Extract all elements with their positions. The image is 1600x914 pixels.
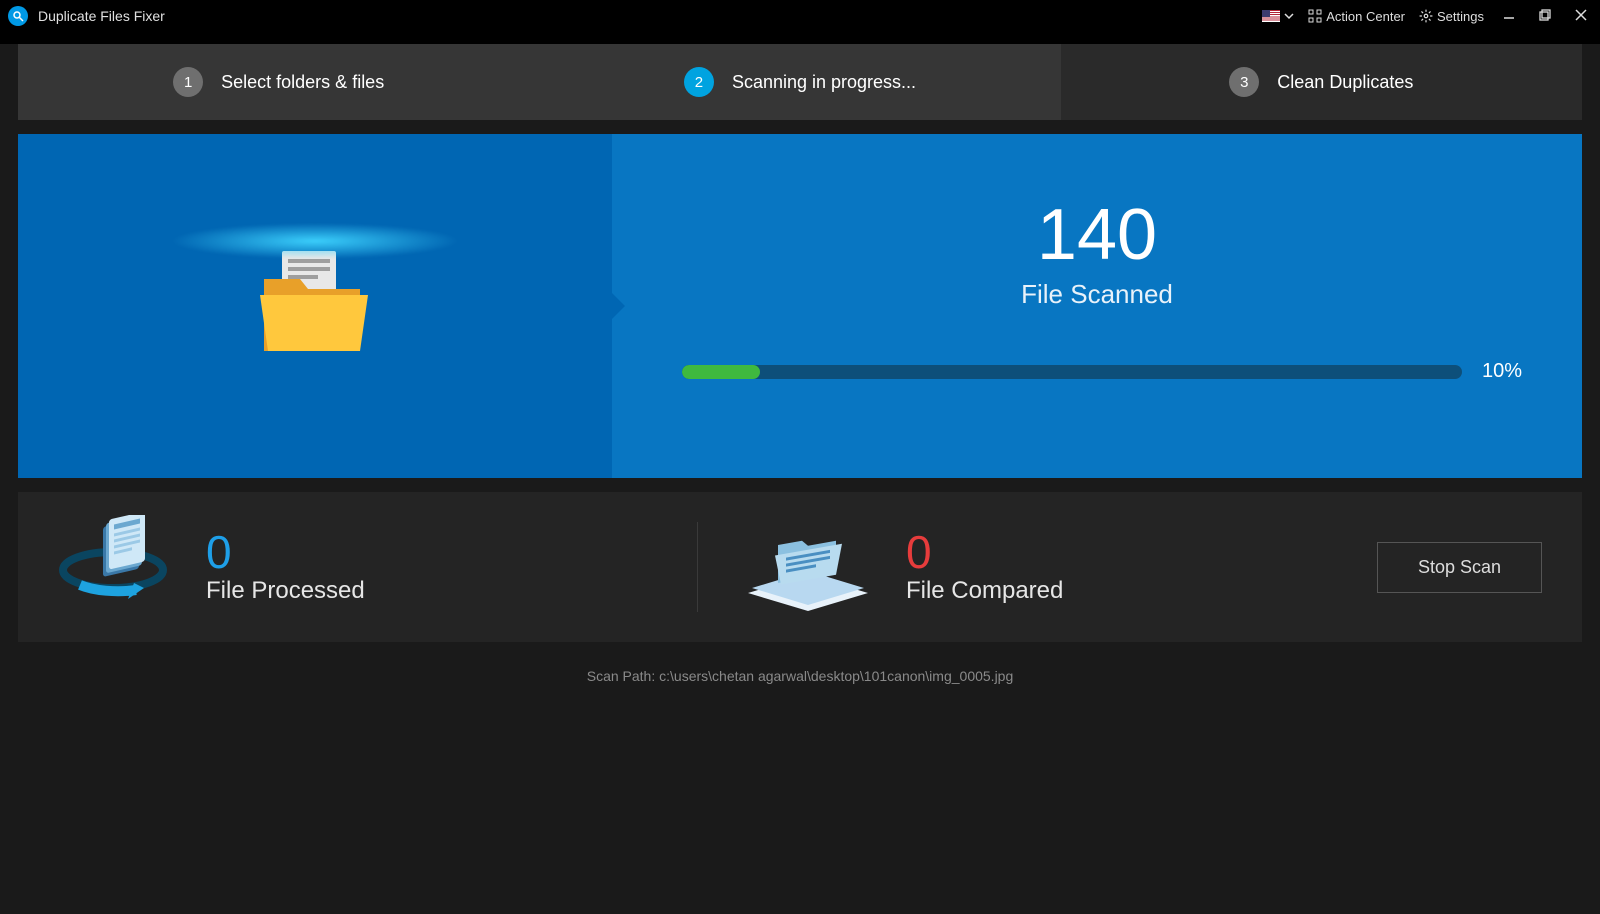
action-center-button[interactable]: Action Center [1308, 9, 1405, 24]
folder-scanning-icon [260, 251, 370, 361]
maximize-button[interactable] [1534, 8, 1556, 25]
scan-path: Scan Path: c:\users\chetan agarwal\deskt… [0, 668, 1600, 684]
progress-percent: 10% [1482, 360, 1522, 383]
action-center-label: Action Center [1326, 9, 1405, 24]
progress-bar [682, 365, 1462, 379]
titlebar: Duplicate Files Fixer Action Center Sett… [0, 0, 1600, 32]
scan-panel: 140 File Scanned 10% [18, 134, 1582, 478]
progress-bar-area: 10% [612, 360, 1582, 383]
settings-label: Settings [1437, 9, 1484, 24]
app-content: 1 Select folders & files 2 Scanning in p… [0, 44, 1600, 914]
stat-compared: 0 File Compared [738, 515, 1377, 620]
step-label: Clean Duplicates [1277, 72, 1413, 93]
files-compared-value: 0 [906, 529, 1063, 575]
step-number: 1 [173, 67, 203, 97]
grid-icon [1308, 9, 1322, 23]
chevron-down-icon [1284, 11, 1294, 21]
arrow-right-icon [611, 292, 625, 320]
file-compared-icon [738, 515, 878, 620]
app-logo-icon [8, 6, 28, 26]
app-title: Duplicate Files Fixer [38, 8, 1262, 24]
stepper: 1 Select folders & files 2 Scanning in p… [18, 44, 1582, 120]
divider [697, 522, 698, 612]
step-label: Scanning in progress... [732, 72, 916, 93]
step-number: 3 [1229, 67, 1259, 97]
scan-progress-panel: 140 File Scanned 10% [612, 134, 1582, 478]
files-processed-value: 0 [206, 529, 365, 575]
scan-illustration-panel [18, 134, 612, 478]
files-scanned-count: 140 [1037, 199, 1157, 271]
flag-us-icon [1262, 10, 1280, 22]
files-compared-label: File Compared [906, 577, 1063, 605]
step-label: Select folders & files [221, 72, 384, 93]
scan-path-value: c:\users\chetan agarwal\desktop\101canon… [659, 668, 1013, 684]
stat-processed: 0 File Processed [58, 515, 697, 620]
files-processed-label: File Processed [206, 577, 365, 605]
progress-fill [682, 365, 760, 379]
step-scanning: 2 Scanning in progress... [539, 44, 1060, 120]
gear-icon [1419, 9, 1433, 23]
step-clean: 3 Clean Duplicates [1061, 44, 1582, 120]
step-number: 2 [684, 67, 714, 97]
settings-button[interactable]: Settings [1419, 9, 1484, 24]
files-scanned-label: File Scanned [1021, 279, 1173, 310]
scan-path-prefix: Scan Path: [587, 668, 659, 684]
file-processed-icon [58, 515, 178, 620]
stats-row: 0 File Processed [18, 492, 1582, 642]
minimize-button[interactable] [1498, 8, 1520, 25]
language-selector[interactable] [1262, 10, 1294, 22]
close-button[interactable] [1570, 8, 1592, 25]
stop-scan-button[interactable]: Stop Scan [1377, 542, 1542, 593]
step-select-folders[interactable]: 1 Select folders & files [18, 44, 539, 120]
